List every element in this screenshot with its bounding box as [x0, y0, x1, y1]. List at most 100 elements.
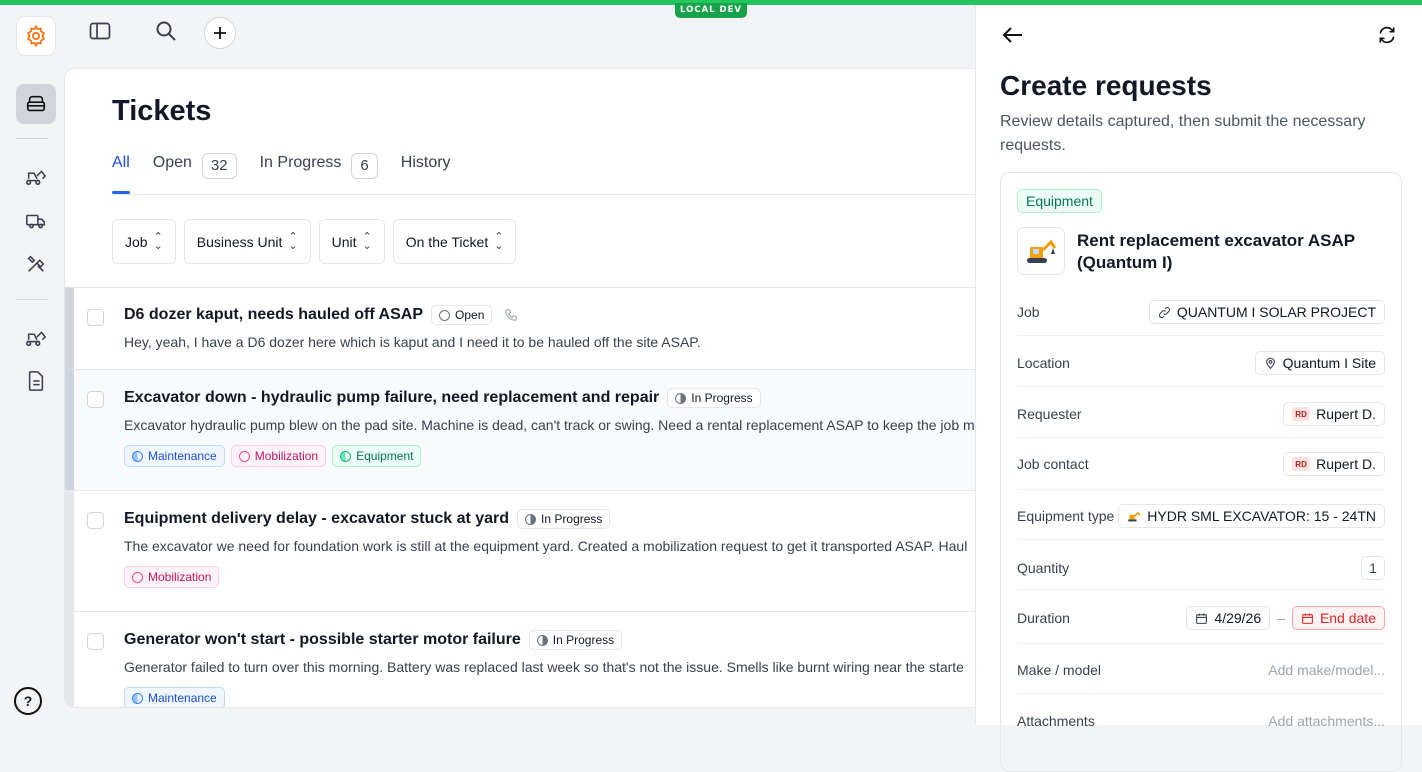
- equipment-type-value: HYDR SML EXCAVATOR: 15 - 24TN: [1147, 508, 1376, 524]
- start-date-button[interactable]: 4/29/26: [1186, 606, 1271, 630]
- filter-label: On the Ticket: [405, 233, 489, 250]
- field-job-contact: Job contact RD Rupert D.: [1017, 449, 1385, 490]
- row-checkbox[interactable]: [87, 391, 104, 408]
- tag-mobilization: Mobilization: [230, 445, 327, 467]
- filter-unit[interactable]: Unit ⌃ ⌄: [318, 219, 385, 264]
- quantity-input[interactable]: 1: [1361, 556, 1385, 580]
- tag-list: Maintenance: [124, 687, 975, 707]
- filter-job[interactable]: Job ⌃ ⌄: [112, 219, 176, 264]
- equipment-icon: [340, 450, 352, 462]
- field-attachments: Attachments Add attachments...: [1017, 706, 1385, 736]
- create-requests-panel: Create requests Review details captured,…: [975, 5, 1422, 772]
- tab-open[interactable]: Open 32: [152, 153, 237, 194]
- make-model-input[interactable]: Add make/model...: [1268, 662, 1385, 678]
- ticket-title: D6 dozer kaput, needs hauled off ASAP: [124, 306, 424, 323]
- tag-equipment: Equipment: [332, 445, 422, 467]
- nav-tickets-icon[interactable]: [16, 84, 56, 124]
- equipment-type-chip[interactable]: HYDR SML EXCAVATOR: 15 - 24TN: [1118, 504, 1385, 528]
- row-checkbox[interactable]: [87, 512, 104, 529]
- job-contact-chip[interactable]: RD Rupert D.: [1283, 452, 1385, 476]
- ticket-row[interactable]: D6 dozer kaput, needs hauled off ASAP Op…: [65, 287, 975, 369]
- tab-in-progress[interactable]: In Progress 6: [260, 153, 378, 194]
- duration-separator: –: [1277, 610, 1285, 626]
- ticket-description: Generator failed to turn over this morni…: [124, 659, 964, 675]
- rail-divider: [16, 138, 48, 139]
- attachments-input[interactable]: Add attachments...: [1268, 713, 1385, 729]
- help-icon[interactable]: ?: [14, 687, 42, 715]
- filter-label: Job: [125, 233, 148, 250]
- link-icon: [1158, 306, 1171, 319]
- request-type-badge: Equipment: [1017, 189, 1102, 213]
- contact-value: Rupert D.: [1316, 456, 1376, 472]
- ticket-title: Generator won't start - possible starter…: [124, 631, 521, 648]
- field-label: Equipment type: [1017, 508, 1115, 524]
- mobilization-icon: [238, 450, 250, 462]
- start-date-value: 4/29/26: [1214, 610, 1262, 626]
- field-divider: [1017, 693, 1385, 694]
- calendar-icon: [1301, 612, 1314, 625]
- avatar: RD: [1292, 457, 1311, 471]
- field-divider: [1017, 437, 1385, 438]
- tag-mobilization: Mobilization: [124, 566, 220, 588]
- nav-truck-icon[interactable]: [16, 201, 56, 241]
- nav-equipment-2-icon[interactable]: [16, 317, 56, 357]
- ticket-row[interactable]: Equipment delivery delay - excavator stu…: [65, 490, 975, 611]
- chevron-updown-icon: ⌃ ⌄: [362, 230, 372, 252]
- app-logo-icon[interactable]: [16, 16, 56, 56]
- ticket-list: D6 dozer kaput, needs hauled off ASAP Op…: [65, 287, 975, 707]
- tag-label: Mobilization: [254, 449, 319, 463]
- status-badge: In Progress: [528, 630, 623, 650]
- filter-business-unit[interactable]: Business Unit ⌃ ⌄: [183, 219, 311, 264]
- tag-maintenance: Maintenance: [124, 687, 225, 707]
- ticket-row[interactable]: Generator won't start - possible starter…: [65, 611, 975, 707]
- row-checkbox[interactable]: [87, 633, 104, 650]
- request-card: Equipment Rent replacement excavator ASA…: [1000, 172, 1402, 772]
- field-equipment-type: Equipment type HYDR SML EXCAVATOR: 15 - …: [1017, 501, 1385, 540]
- field-job: Job QUANTUM I SOLAR PROJECT: [1017, 297, 1385, 336]
- end-date-button[interactable]: End date: [1291, 606, 1385, 630]
- chevron-updown-icon: ⌃ ⌄: [288, 230, 298, 252]
- ticket-title: Excavator down - hydraulic pump failure,…: [124, 389, 660, 406]
- job-chip[interactable]: QUANTUM I SOLAR PROJECT: [1148, 300, 1385, 324]
- status-label: In Progress: [552, 633, 615, 647]
- refresh-icon[interactable]: [1374, 22, 1400, 48]
- add-icon[interactable]: [204, 17, 236, 49]
- end-date-value: End date: [1319, 610, 1376, 626]
- ticket-description: Hey, yeah, I have a D6 dozer here which …: [124, 334, 701, 350]
- page-title: Tickets: [112, 95, 212, 127]
- tab-bar: All Open 32 In Progress 6 History: [112, 153, 474, 194]
- requester-value: Rupert D.: [1316, 406, 1376, 422]
- nav-equipment-icon[interactable]: [16, 156, 56, 196]
- job-value: QUANTUM I SOLAR PROJECT: [1176, 304, 1376, 320]
- chevron-updown-icon: ⌃ ⌄: [494, 230, 504, 252]
- status-in-progress-icon: [525, 513, 537, 525]
- status-badge: Open: [431, 305, 493, 325]
- status-label: In Progress: [541, 512, 603, 526]
- search-icon[interactable]: [151, 16, 181, 46]
- tag-label: Maintenance: [148, 691, 217, 705]
- mobilization-icon: [132, 571, 143, 583]
- excavator-icon: [1017, 227, 1065, 275]
- filter-bar: Job ⌃ ⌄ Business Unit ⌃ ⌄ Unit ⌃ ⌄ On the Tick…: [112, 219, 517, 264]
- tab-label: History: [400, 154, 451, 171]
- location-chip[interactable]: Quantum I Site: [1254, 351, 1385, 375]
- tag-list: Maintenance Mobilization Equipment: [124, 445, 975, 467]
- field-divider: [1017, 539, 1385, 540]
- requester-chip[interactable]: RD Rupert D.: [1283, 402, 1385, 426]
- field-label: Job contact: [1017, 456, 1089, 472]
- ticket-row[interactable]: Excavator down - hydraulic pump failure,…: [65, 369, 975, 490]
- tab-label: All: [112, 154, 130, 171]
- nav-tools-icon[interactable]: [16, 244, 56, 284]
- status-label: Open: [455, 308, 485, 322]
- field-location: Location Quantum I Site: [1017, 348, 1385, 387]
- tab-history[interactable]: History: [401, 154, 451, 194]
- tab-label: Open: [152, 154, 192, 171]
- tab-all[interactable]: All: [112, 154, 130, 194]
- row-checkbox[interactable]: [87, 309, 104, 326]
- nav-document-icon[interactable]: [16, 361, 56, 401]
- status-badge: In Progress: [517, 509, 611, 529]
- sidebar-toggle-icon[interactable]: [85, 16, 115, 46]
- back-arrow-icon[interactable]: [1000, 22, 1026, 48]
- tag-label: Maintenance: [148, 449, 217, 463]
- filter-on-the-ticket[interactable]: On the Ticket ⌃ ⌄: [392, 219, 517, 264]
